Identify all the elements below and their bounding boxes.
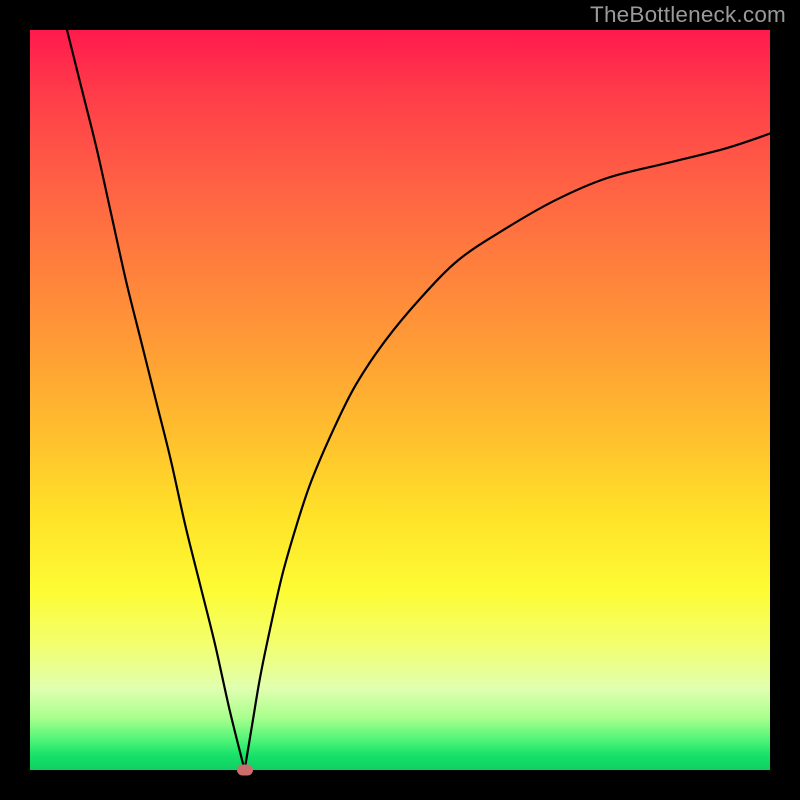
plot-area	[30, 30, 770, 770]
chart-frame: TheBottleneck.com	[0, 0, 800, 800]
watermark-text: TheBottleneck.com	[590, 2, 786, 28]
bottleneck-curve	[30, 30, 770, 770]
curve-right-branch	[245, 134, 770, 770]
curve-left-branch	[67, 30, 245, 770]
minimum-marker	[237, 765, 253, 776]
